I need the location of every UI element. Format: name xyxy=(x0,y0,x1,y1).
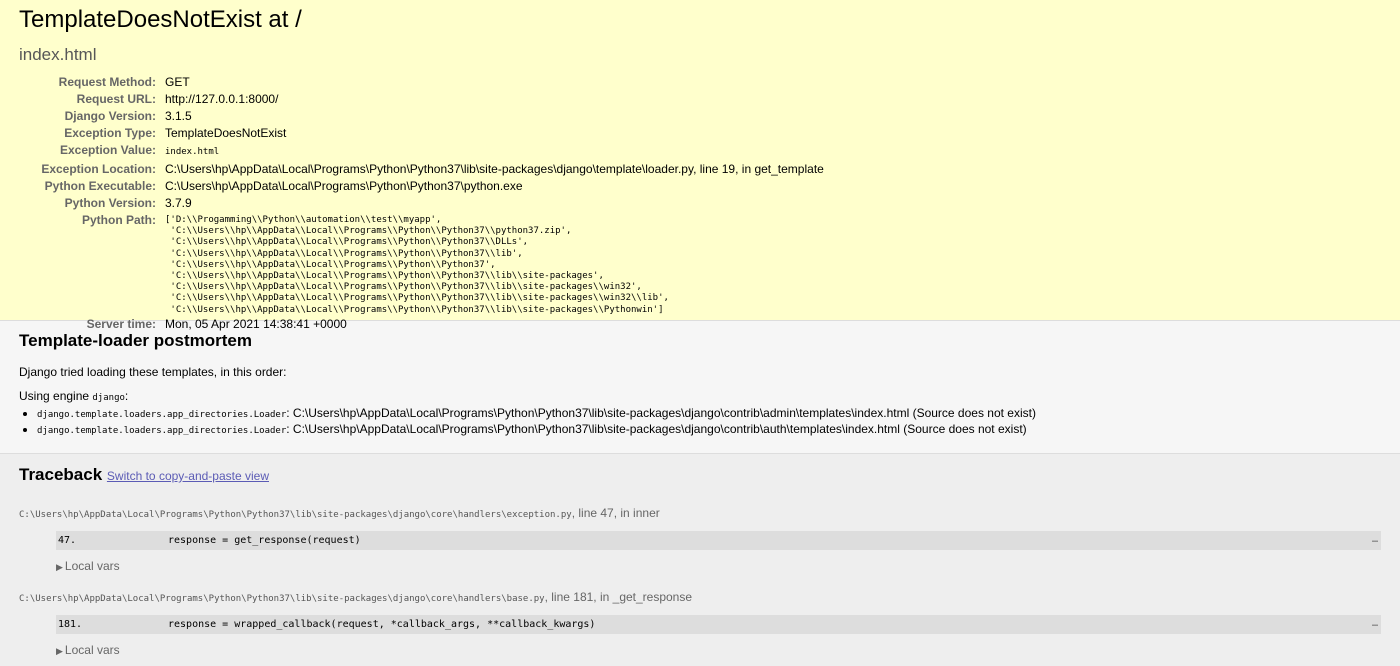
meta-value: C:\Users\hp\AppData\Local\Programs\Pytho… xyxy=(165,179,523,193)
frame-location: C:\Users\hp\AppData\Local\Programs\Pytho… xyxy=(19,589,1381,607)
postmortem-heading: Template-loader postmortem xyxy=(19,331,253,350)
meta-row: Django Version: 3.1.5 xyxy=(19,108,824,125)
meta-label: Exception Type: xyxy=(64,126,156,140)
meta-value: 3.7.9 xyxy=(165,196,192,210)
meta-value: GET xyxy=(165,75,190,89)
meta-value: TemplateDoesNotExist xyxy=(165,126,287,140)
engine-suffix: : xyxy=(124,389,129,403)
meta-value: C:\Users\hp\AppData\Local\Programs\Pytho… xyxy=(165,162,824,176)
meta-label: Exception Value: xyxy=(59,143,156,157)
triangle-right-icon: ▶ xyxy=(56,646,63,656)
meta-row: Exception Value: index.html xyxy=(19,142,824,161)
meta-row: Exception Type: TemplateDoesNotExist xyxy=(19,125,824,142)
frame-location: C:\Users\hp\AppData\Local\Programs\Pytho… xyxy=(19,505,1381,523)
context-line[interactable]: 47. response = get_response(request) … xyxy=(56,531,1381,550)
meta-label: Exception Location: xyxy=(41,162,156,176)
meta-label: Django Version: xyxy=(64,109,156,123)
engine-prefix: Using engine xyxy=(19,389,93,403)
meta-row: Python Executable: C:\Users\hp\AppData\L… xyxy=(19,178,824,195)
ellipsis-icon: … xyxy=(1371,618,1378,629)
template-path: C:\Users\hp\AppData\Local\Programs\Pytho… xyxy=(292,406,1036,420)
postmortem-intro: Django tried loading these templates, in… xyxy=(19,365,287,379)
meta-label: Python Version: xyxy=(64,196,156,210)
page-title: TemplateDoesNotExist at / xyxy=(19,6,302,33)
traceback-frame: C:\Users\hp\AppData\Local\Programs\Pytho… xyxy=(19,505,1381,575)
traceback-section: Traceback Switch to copy-and-paste view … xyxy=(0,454,1400,659)
code-line: response = wrapped_callback(request, *ca… xyxy=(168,619,596,630)
triangle-right-icon: ▶ xyxy=(56,562,63,572)
code-line: response = get_response(request) xyxy=(168,535,361,546)
loader-name: django.template.loaders.app_directories.… xyxy=(37,426,287,436)
frame-filename: C:\Users\hp\AppData\Local\Programs\Pytho… xyxy=(19,510,572,520)
line-number: 181. xyxy=(58,619,83,630)
engine-line: Using engine django: xyxy=(19,388,1381,406)
local-vars-toggle[interactable]: ▶ Local vars xyxy=(56,642,1381,659)
meta-row: Request Method: GET xyxy=(19,74,824,91)
meta-label: Request URL: xyxy=(76,92,156,106)
engine-name: django xyxy=(92,393,125,403)
list-item: django.template.loaders.app_directories.… xyxy=(37,422,1381,438)
meta-label: Python Executable: xyxy=(44,179,156,193)
list-item: django.template.loaders.app_directories.… xyxy=(37,406,1381,422)
switch-to-copy-paste-link[interactable]: Switch to copy-and-paste view xyxy=(107,469,269,483)
line-number: 47. xyxy=(58,535,77,546)
template-attempt-list: django.template.loaders.app_directories.… xyxy=(19,406,1381,438)
traceback-title: Traceback xyxy=(19,465,103,484)
frame-line-info: , line 181, in _get_response xyxy=(544,590,693,604)
meta-row: Python Version: 3.7.9 xyxy=(19,195,824,212)
summary-section: TemplateDoesNotExist at / index.html Req… xyxy=(0,0,1400,331)
local-vars-label: Local vars xyxy=(64,643,120,657)
meta-value: http://127.0.0.1:8000/ xyxy=(165,92,279,106)
request-meta-table: Request Method: GET Request URL: http://… xyxy=(19,74,824,333)
meta-row: Exception Location: C:\Users\hp\AppData\… xyxy=(19,161,824,178)
meta-row: Python Path: ['D:\\Progamming\\Python\\a… xyxy=(19,212,824,316)
loader-separator: : xyxy=(286,406,293,420)
meta-value: 3.1.5 xyxy=(165,109,192,123)
traceback-heading: Traceback Switch to copy-and-paste view xyxy=(19,464,1381,487)
meta-value: index.html xyxy=(165,147,220,157)
frame-filename: C:\Users\hp\AppData\Local\Programs\Pytho… xyxy=(19,594,545,604)
context-line[interactable]: 181. response = wrapped_callback(request,… xyxy=(56,615,1381,634)
meta-row: Request URL: http://127.0.0.1:8000/ xyxy=(19,91,824,108)
local-vars-label: Local vars xyxy=(64,559,120,573)
meta-label: Request Method: xyxy=(58,75,156,89)
meta-label: Python Path: xyxy=(82,213,156,227)
local-vars-toggle[interactable]: ▶ Local vars xyxy=(56,558,1381,575)
template-postmortem-section: Template-loader postmortem Django tried … xyxy=(0,321,1400,454)
loader-name: django.template.loaders.app_directories.… xyxy=(37,410,287,420)
frame-line-info: , line 47, in inner xyxy=(571,506,660,520)
python-path-value: ['D:\\Progamming\\Python\\automation\\te… xyxy=(165,215,669,315)
ellipsis-icon: … xyxy=(1371,534,1378,545)
template-path: C:\Users\hp\AppData\Local\Programs\Pytho… xyxy=(292,422,1027,436)
exception-value-heading: index.html xyxy=(19,45,97,64)
loader-separator: : xyxy=(286,422,293,436)
traceback-frame: C:\Users\hp\AppData\Local\Programs\Pytho… xyxy=(19,589,1381,659)
